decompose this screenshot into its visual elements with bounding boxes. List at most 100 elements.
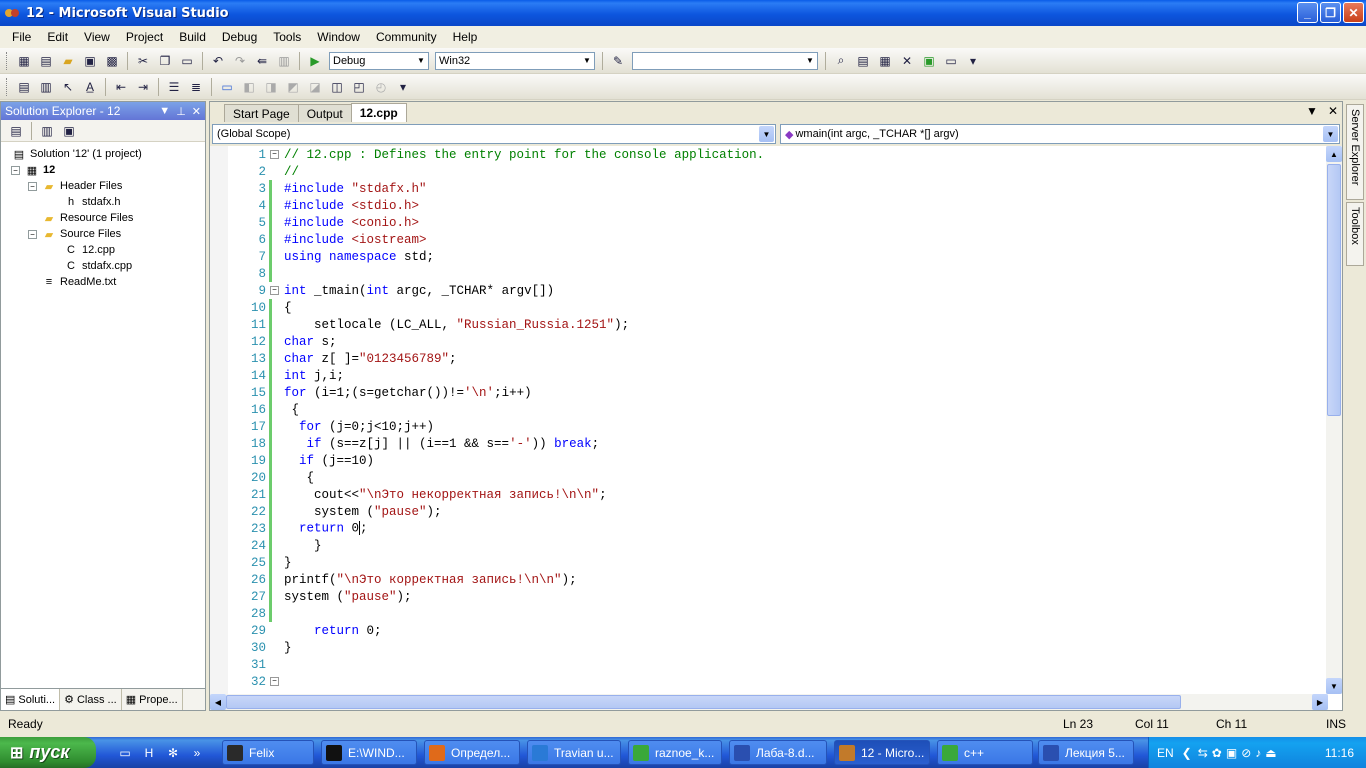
code-line[interactable]: 19 if (j==10) [210, 452, 1328, 469]
decrease-indent-icon[interactable]: ⇤ [111, 77, 131, 97]
tab-server-explorer[interactable]: Server Explorer [1346, 104, 1364, 200]
previous-bookmark-document-icon[interactable]: ◫ [327, 77, 347, 97]
menu-view[interactable]: View [76, 30, 118, 44]
code-line[interactable]: 24 } [210, 537, 1328, 554]
code-line[interactable]: 31 [210, 656, 1328, 673]
menu-tools[interactable]: Tools [265, 30, 309, 44]
code-line[interactable]: 7 using namespace std; [210, 248, 1328, 265]
monitor-tray-icon[interactable]: ▣ [1226, 746, 1237, 760]
scroll-up-icon[interactable]: ▲ [1326, 146, 1342, 162]
volume-icon[interactable]: ♪ [1255, 746, 1261, 760]
maximize-button[interactable]: ❐ [1320, 2, 1341, 23]
save-all-icon[interactable]: ▩ [102, 51, 122, 71]
find-combo[interactable]: ▼ [632, 51, 818, 70]
code-line[interactable]: 13 char z[ ]="0123456789"; [210, 350, 1328, 367]
undo-icon[interactable]: ↶ [208, 51, 228, 71]
close-icon[interactable]: ✕ [192, 105, 201, 118]
command-window-icon[interactable]: ▭ [941, 51, 961, 71]
scroll-left-icon[interactable]: ◀ [210, 694, 226, 710]
menu-debug[interactable]: Debug [214, 30, 265, 44]
properties-icon[interactable]: ▤ [6, 121, 26, 141]
object-browser-icon[interactable]: ▦ [875, 51, 895, 71]
navigate-backward-icon[interactable]: ⇚ [252, 51, 272, 71]
paste-icon[interactable]: ▭ [177, 51, 197, 71]
taskbar-item[interactable]: Определ... [424, 740, 520, 765]
menu-edit[interactable]: Edit [39, 30, 76, 44]
toolbox-icon[interactable]: ✕ [897, 51, 917, 71]
start-button[interactable]: ⊞ пуск [0, 737, 96, 768]
tree-expander-icon[interactable]: − [11, 165, 20, 175]
tree-item[interactable]: C 12.cpp [50, 242, 115, 258]
code-line[interactable]: 18 if (s==z[j] || (i==1 && s=='-')) brea… [210, 435, 1328, 452]
next-bookmark-icon[interactable]: ◨ [261, 77, 281, 97]
horizontal-scroll-thumb[interactable] [226, 695, 1181, 709]
properties-icon[interactable]: ▤ [853, 51, 873, 71]
quick-launch-app2-icon[interactable]: ✻ [164, 744, 182, 762]
taskbar-item[interactable]: E:\WIND... [321, 740, 417, 765]
toolbar-options-icon[interactable]: ▾ [963, 51, 983, 71]
tab-solution-explorer[interactable]: ▤ Soluti... [1, 689, 61, 710]
code-line[interactable]: 2 // [210, 163, 1328, 180]
code-line[interactable]: 1−// 12.cpp : Defines the entry point fo… [210, 146, 1328, 163]
collapse-icon[interactable]: − [270, 677, 279, 686]
vertical-scrollbar[interactable]: ▲ ▼ [1326, 146, 1342, 694]
tree-item[interactable]: − ▰ Header Files [28, 178, 122, 194]
next-bookmark-document-icon[interactable]: ◰ [349, 77, 369, 97]
code-line[interactable]: 30} [210, 639, 1328, 656]
taskbar-item[interactable]: Лекция 5... [1038, 740, 1134, 765]
menu-community[interactable]: Community [368, 30, 445, 44]
tree-item[interactable]: Cstdafx.cpp [50, 258, 132, 274]
code-line[interactable]: 3 #include "stdafx.h" [210, 180, 1328, 197]
code-line[interactable]: 26 printf("\nЭто корректная запись!\n\n")… [210, 571, 1328, 588]
tray-expand-icon[interactable]: ❮ [1182, 746, 1192, 760]
code-line[interactable]: 10 { [210, 299, 1328, 316]
tab-class-view[interactable]: ⚙ Class ... [60, 689, 122, 710]
previous-bookmark-icon[interactable]: ◧ [239, 77, 259, 97]
cut-icon[interactable]: ✂ [133, 51, 153, 71]
solution-explorer-icon[interactable]: ⌕ [831, 51, 851, 71]
code-line[interactable]: 25} [210, 554, 1328, 571]
tree-item[interactable]: ▤ Solution '12' (1 project) [11, 146, 142, 162]
toolbar-grip[interactable] [6, 77, 9, 96]
new-project-icon[interactable]: ▦ [14, 51, 34, 71]
code-line[interactable]: 27 system ("pause"); [210, 588, 1328, 605]
minimize-button[interactable]: _ [1297, 2, 1318, 23]
menu-window[interactable]: Window [309, 30, 368, 44]
active-files-dropdown-icon[interactable]: ▼ [1306, 104, 1318, 118]
taskbar-item[interactable]: raznoe_k... [628, 740, 722, 765]
copy-icon[interactable]: ❐ [155, 51, 175, 71]
close-document-icon[interactable]: ✕ [1328, 104, 1338, 118]
tab-toolbox[interactable]: Toolbox [1346, 202, 1364, 266]
add-item-icon[interactable]: ▤ [36, 51, 56, 71]
taskbar-item[interactable]: Лаба-8.d... [729, 740, 827, 765]
find-in-files-icon[interactable]: ✎ [608, 51, 628, 71]
code-line[interactable]: 8 [210, 265, 1328, 282]
menu-build[interactable]: Build [171, 30, 214, 44]
next-bookmark-folder-icon[interactable]: ◪ [305, 77, 325, 97]
tree-item[interactable]: ≡ ReadMe.txt [28, 274, 116, 290]
tree-expander-icon[interactable]: − [28, 229, 37, 239]
dropdown-icon[interactable]: ▼ [159, 105, 170, 118]
tree-item[interactable]: ▰ Resource Files [28, 210, 134, 226]
code-line[interactable]: 28 [210, 605, 1328, 622]
tab-start-page[interactable]: Start Page [224, 104, 299, 122]
code-line[interactable]: 9− int _tmain(int argc, _TCHAR* argv[]) [210, 282, 1328, 299]
toolbar-grip[interactable] [6, 51, 9, 70]
antivirus-tray-icon[interactable]: ⊘ [1241, 746, 1251, 760]
tree-item[interactable]: h stdafx.h [50, 194, 121, 210]
start-debugging-icon[interactable]: ▶ [305, 51, 325, 71]
increase-indent-icon[interactable]: ⇥ [133, 77, 153, 97]
menu-file[interactable]: File [4, 30, 39, 44]
taskbar-item[interactable]: Felix [222, 740, 314, 765]
tree-expander-icon[interactable]: − [28, 181, 37, 191]
code-line[interactable]: 12 char s; [210, 333, 1328, 350]
code-line[interactable]: 17 for (j=0;j<10;j++) [210, 418, 1328, 435]
uncomment-lines-icon[interactable]: ≣ [186, 77, 206, 97]
quick-launch-more-icon[interactable]: » [188, 744, 206, 762]
display-parameter-info-icon[interactable]: ▥ [36, 77, 56, 97]
platform-select[interactable]: Win32 ▼ [435, 51, 595, 70]
code-line[interactable]: 29 return 0; [210, 622, 1328, 639]
safely-remove-icon[interactable]: ⏏ [1265, 746, 1276, 760]
taskbar-item[interactable]: Travian u... [527, 740, 621, 765]
configuration-select[interactable]: Debug ▼ [329, 51, 429, 70]
